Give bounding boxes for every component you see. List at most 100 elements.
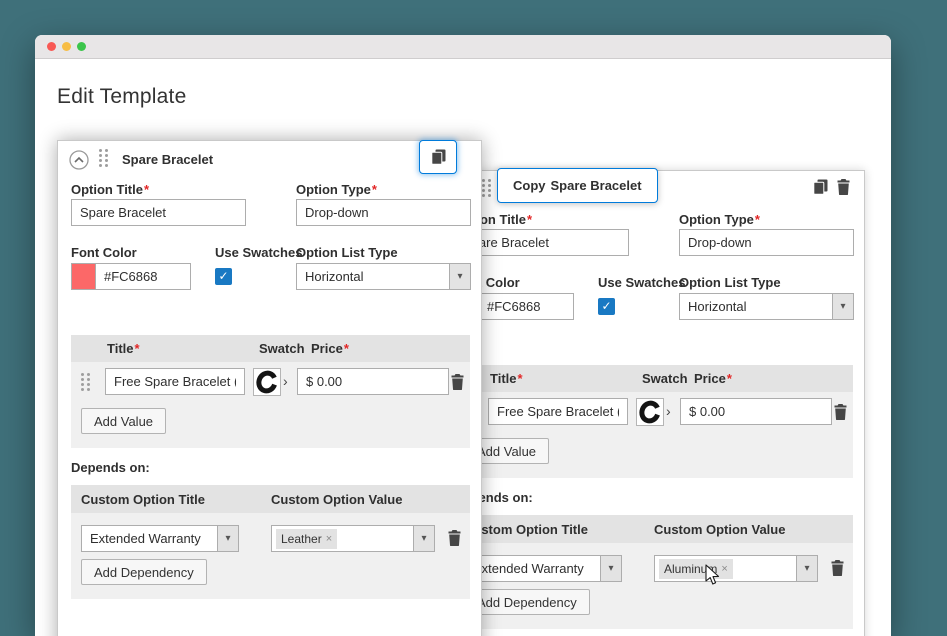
use-swatches-checkbox[interactable]: ✓ bbox=[215, 268, 232, 285]
copy-option-button[interactable] bbox=[813, 179, 828, 195]
tag-remove-icon[interactable]: × bbox=[326, 533, 332, 545]
option-list-type-select[interactable]: Horizontal ▾ bbox=[296, 263, 471, 290]
swatch-expand-icon[interactable]: › bbox=[666, 403, 671, 419]
delete-dependency-button[interactable] bbox=[831, 560, 844, 576]
custom-option-value-multiselect[interactable]: Aluminum × ▾ bbox=[654, 555, 818, 582]
copy-drag-indicator[interactable]: Copy Spare Bracelet bbox=[497, 168, 658, 203]
required-asterisk: * bbox=[517, 371, 523, 386]
dependencies-table-header: Custom Option Title Custom Option Value bbox=[71, 485, 470, 513]
value-swatch-thumbnail[interactable] bbox=[636, 398, 664, 426]
select-value: Extended Warranty bbox=[473, 561, 584, 576]
swatch-column-header: Swatch bbox=[259, 341, 305, 356]
chevron-down-icon: ▾ bbox=[413, 526, 434, 551]
option-type-input[interactable] bbox=[296, 199, 471, 226]
values-table-header: Title* Swatch Price* bbox=[454, 365, 853, 392]
copy-icon bbox=[813, 179, 828, 195]
add-value-button[interactable]: Add Value bbox=[81, 408, 167, 434]
custom-option-title-header: Custom Option Title bbox=[464, 522, 588, 537]
option-list-type-label: Option List Type bbox=[679, 275, 781, 290]
trash-icon bbox=[837, 179, 850, 195]
bracelet-swatch-icon bbox=[256, 370, 278, 394]
custom-option-value-header: Custom Option Value bbox=[654, 522, 786, 537]
required-asterisk: * bbox=[726, 371, 732, 386]
use-swatches-label: Use Swatches bbox=[215, 245, 303, 260]
swatch-column-header: Swatch bbox=[642, 371, 688, 386]
option-card-copy: Spare Bracelet Option Title* Option Type… bbox=[440, 170, 865, 636]
copy-target-label: Spare Bracelet bbox=[550, 178, 642, 193]
option-list-type-select[interactable]: Horizontal ▾ bbox=[679, 293, 854, 320]
option-title-input[interactable] bbox=[71, 199, 246, 226]
copy-icon bbox=[430, 149, 445, 165]
trash-icon bbox=[834, 404, 847, 420]
selected-tag: Aluminum × bbox=[659, 558, 733, 579]
tag-label: Leather bbox=[281, 531, 322, 546]
font-color-input[interactable] bbox=[95, 263, 191, 290]
bracelet-swatch-icon bbox=[639, 400, 661, 424]
required-asterisk: * bbox=[143, 182, 150, 197]
window-titlebar bbox=[35, 35, 891, 59]
drag-handle-icon[interactable] bbox=[99, 149, 108, 168]
add-dependency-button[interactable]: Add Dependency bbox=[81, 559, 207, 585]
swatch-expand-icon[interactable]: › bbox=[283, 373, 288, 389]
required-asterisk: * bbox=[371, 182, 377, 197]
custom-option-title-select[interactable]: Extended Warranty ▾ bbox=[464, 555, 622, 582]
option-card: Spare Bracelet Option Title* Option Type… bbox=[57, 140, 482, 636]
depends-on-label: Depends on: bbox=[71, 460, 150, 475]
values-table-header: Title* Swatch Price* bbox=[71, 335, 470, 362]
values-section: Title* Swatch Price* › Add Value bbox=[71, 335, 470, 448]
delete-value-button[interactable] bbox=[451, 374, 464, 390]
row-drag-handle-icon[interactable] bbox=[81, 373, 90, 392]
values-section: Title* Swatch Price* › Add Value bbox=[454, 365, 853, 478]
value-price-input[interactable] bbox=[680, 398, 832, 425]
option-list-type-label: Option List Type bbox=[296, 245, 398, 260]
chevron-down-icon: ▾ bbox=[449, 264, 470, 289]
option-type-label: Option Type* bbox=[679, 212, 760, 227]
window-minimize-button[interactable] bbox=[62, 42, 71, 51]
value-title-input[interactable] bbox=[105, 368, 245, 395]
custom-option-value-multiselect[interactable]: Leather × ▾ bbox=[271, 525, 435, 552]
option-title-label: Option Title* bbox=[71, 182, 150, 197]
copy-option-button[interactable] bbox=[419, 140, 457, 174]
font-color-field bbox=[71, 263, 191, 290]
option-card-title: Spare Bracelet bbox=[122, 152, 214, 167]
delete-dependency-button[interactable] bbox=[448, 530, 461, 546]
select-value: Horizontal bbox=[688, 299, 747, 314]
value-price-input[interactable] bbox=[297, 368, 449, 395]
color-swatch[interactable] bbox=[71, 263, 95, 290]
chevron-down-icon: ▾ bbox=[217, 526, 238, 551]
option-type-input[interactable] bbox=[679, 229, 854, 256]
required-asterisk: * bbox=[134, 341, 140, 356]
option-type-label: Option Type* bbox=[296, 182, 377, 197]
custom-option-title-select[interactable]: Extended Warranty ▾ bbox=[81, 525, 239, 552]
trash-icon bbox=[451, 374, 464, 390]
delete-value-button[interactable] bbox=[834, 404, 847, 420]
value-swatch-thumbnail[interactable] bbox=[253, 368, 281, 396]
trash-icon bbox=[831, 560, 844, 576]
window-zoom-button[interactable] bbox=[77, 42, 86, 51]
tag-label: Aluminum bbox=[664, 561, 718, 576]
font-color-label: Font Color bbox=[71, 245, 137, 260]
title-column-header: Title* bbox=[107, 341, 140, 356]
collapse-icon[interactable] bbox=[69, 150, 89, 170]
required-asterisk: * bbox=[526, 212, 533, 227]
dependencies-section: Custom Option Title Custom Option Value … bbox=[71, 485, 470, 599]
chevron-down-icon: ▾ bbox=[832, 294, 853, 319]
dependencies-table-header: Custom Option Title Custom Option Value bbox=[454, 515, 853, 543]
font-color-input[interactable] bbox=[478, 293, 574, 320]
custom-option-title-header: Custom Option Title bbox=[81, 492, 205, 507]
required-asterisk: * bbox=[343, 341, 349, 356]
tag-remove-icon[interactable]: × bbox=[721, 563, 727, 575]
delete-option-button[interactable] bbox=[837, 179, 850, 195]
window-close-button[interactable] bbox=[47, 42, 56, 51]
custom-option-value-header: Custom Option Value bbox=[271, 492, 403, 507]
page-title: Edit Template bbox=[57, 85, 187, 108]
drag-handle-icon[interactable] bbox=[482, 179, 491, 198]
use-swatches-label: Use Swatches bbox=[598, 275, 686, 290]
use-swatches-checkbox[interactable]: ✓ bbox=[598, 298, 615, 315]
price-column-header: Price* bbox=[311, 341, 349, 356]
required-asterisk: * bbox=[754, 212, 760, 227]
select-value: Extended Warranty bbox=[90, 531, 201, 546]
add-dependency-button[interactable]: Add Dependency bbox=[464, 589, 590, 615]
value-title-input[interactable] bbox=[488, 398, 628, 425]
title-column-header: Title* bbox=[490, 371, 523, 386]
